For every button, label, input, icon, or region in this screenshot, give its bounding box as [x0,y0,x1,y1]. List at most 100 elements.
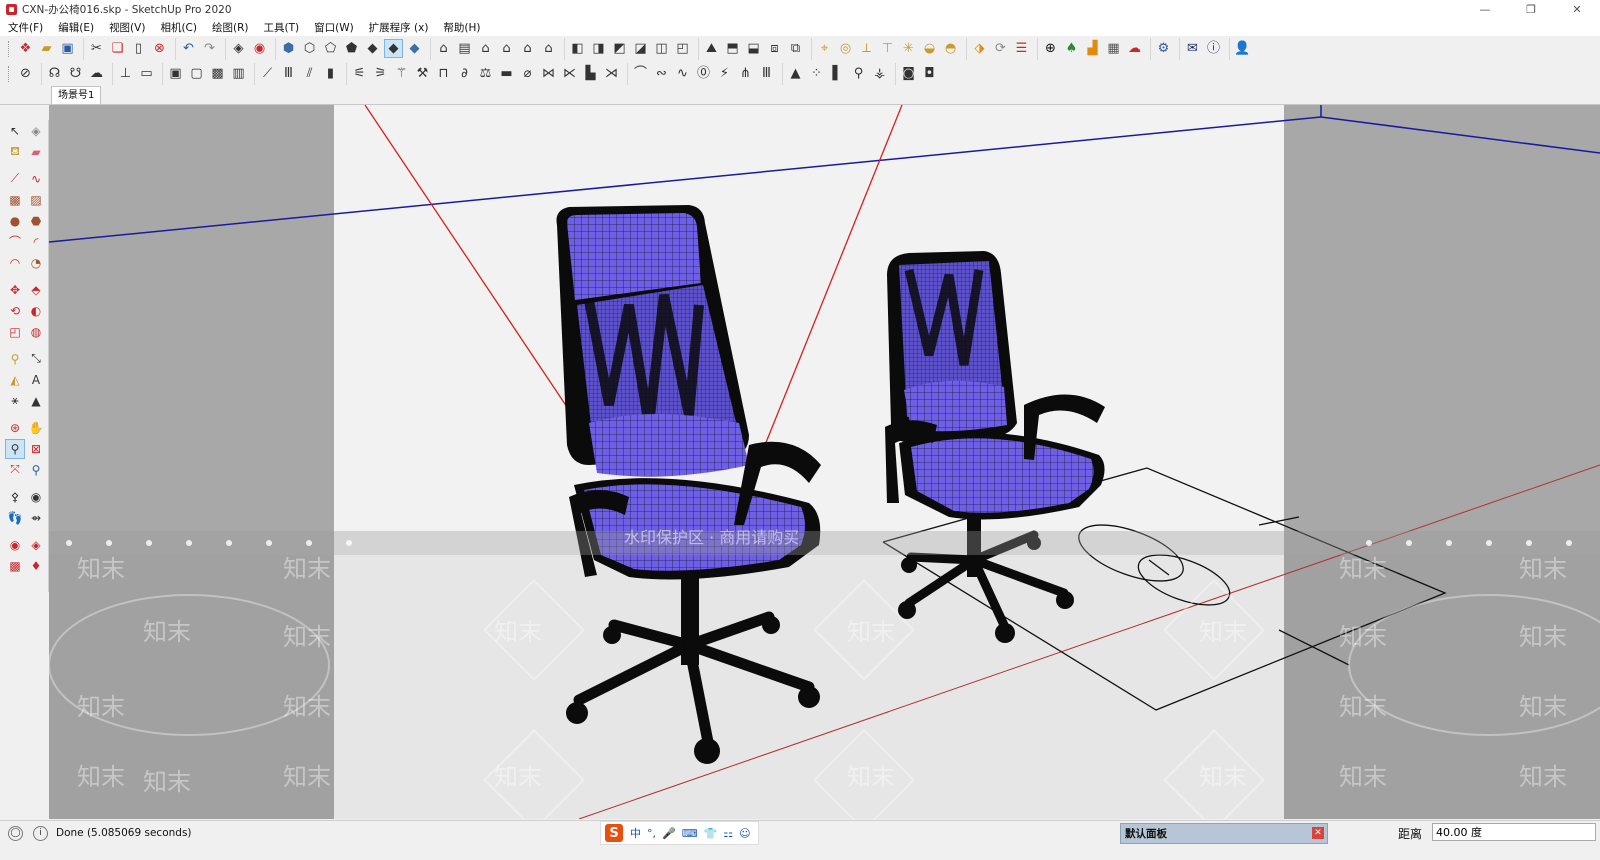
push-pull-icon[interactable]: ⬘ [27,281,45,299]
menu-edit[interactable]: 编辑(E) [50,20,101,35]
stairs-icon[interactable]: ⟋ [259,65,276,82]
eraser-icon[interactable]: ▰ [27,143,45,161]
rotate-icon[interactable]: ⟲ [6,302,24,320]
split-icon[interactable]: ◰ [674,40,691,57]
tool-4-icon[interactable]: ⚒ [414,65,431,82]
orbit-icon[interactable]: ⊛ [6,419,24,437]
menu-extensions[interactable]: 扩展程序 (x) [361,20,436,35]
freehand-icon[interactable]: ∿ [27,170,45,188]
3d-text-icon[interactable]: ▲ [27,392,45,410]
arc-icon[interactable]: ⌒ [6,233,24,251]
back-view-icon[interactable]: ⌂ [519,40,536,57]
layers-icon[interactable]: ☰ [1013,40,1030,57]
menu-view[interactable]: 视图(V) [101,20,152,35]
ime-punctuation-icon[interactable]: °, [647,827,656,840]
user-icon[interactable]: 👤 [1234,40,1251,57]
follow-me-icon[interactable]: ◐ [27,302,45,320]
render-2-icon[interactable]: ◘ [921,65,938,82]
grid-dots-icon[interactable]: ⁘ [808,65,825,82]
curve-5-icon[interactable]: ⚡ [716,65,733,82]
render-1-icon[interactable]: ◙ [900,65,917,82]
drape-icon[interactable]: ⧉ [787,40,804,57]
frame-nested-icon[interactable]: ▢ [188,65,205,82]
axes-tool-icon[interactable]: ⚹ [6,392,24,410]
scale-icon[interactable]: ◰ [6,323,24,341]
make-component-icon[interactable]: ◈ [27,122,45,140]
model-viewport[interactable]: 知末 知末 知末 知末 知末 知末 知末 知末 知末 知末 知末 知末 知末 知… [49,105,1600,819]
default-tray-tab[interactable]: 默认面板 ✕ [1120,823,1328,844]
fog-icon[interactable]: ◒ [921,40,938,57]
monochrome-icon[interactable]: ◆ [406,40,423,57]
geo-status-icon[interactable]: ◯ [8,825,23,841]
spline-icon[interactable]: ☋ [67,65,84,82]
dimension-icon[interactable]: ⊤ [879,40,896,57]
pie-icon[interactable]: ◔ [27,254,45,272]
cloud-shape-icon[interactable]: ☁ [88,65,105,82]
curve-2-icon[interactable]: ∾ [653,65,670,82]
left-view-icon[interactable]: ⌂ [540,40,557,57]
ime-emoji-icon[interactable]: ☺ [739,827,750,840]
wireframe-icon[interactable]: ⬠ [322,40,339,57]
figure-icon[interactable]: ⚲ [850,65,867,82]
front-view-icon[interactable]: ⌂ [477,40,494,57]
curve-3-icon[interactable]: ∿ [674,65,691,82]
three-point-arc-icon[interactable]: ◠ [6,254,24,272]
menu-help[interactable]: 帮助(H) [435,20,487,35]
cut-icon[interactable]: ✂ [88,40,105,57]
undo-icon[interactable]: ↶ [180,40,197,57]
top-view-icon[interactable]: ▤ [456,40,473,57]
zoom-window-icon[interactable]: ⊠ [27,440,45,458]
align-center-icon[interactable]: ⊥ [117,65,134,82]
text-tool-icon[interactable]: A [27,371,45,389]
measurements-input[interactable]: 40.00 度 [1432,823,1596,841]
tool-11-icon[interactable]: ⋉ [561,65,578,82]
paste-icon[interactable]: ▯ [130,40,147,57]
align-frame-icon[interactable]: ▭ [138,65,155,82]
iso-view-icon[interactable]: ⌂ [435,40,452,57]
refresh-icon[interactable]: ⟳ [992,40,1009,57]
sandbox-scratch-icon[interactable]: ⬒ [724,40,741,57]
offset-icon[interactable]: ◍ [27,323,45,341]
tool-10-icon[interactable]: ⋈ [540,65,557,82]
copy-icon[interactable]: ❏ [109,40,126,57]
ruby-icon[interactable]: ♦ [27,557,45,575]
pyramid-icon[interactable]: ▲ [787,65,804,82]
look-around-icon[interactable]: ◉ [27,488,45,506]
new-file-icon[interactable]: ❖ [17,40,34,57]
tray-close-icon[interactable]: ✕ [1312,827,1324,839]
warehouse-icon[interactable]: ◉ [251,40,268,57]
sandbox-contours-icon[interactable]: ⛰ [703,40,720,57]
circle-icon[interactable]: ● [6,212,24,230]
tool-6-icon[interactable]: ∂ [456,65,473,82]
menu-camera[interactable]: 相机(C) [152,20,204,35]
menu-file[interactable]: 文件(F) [0,20,50,35]
section-plane-icon[interactable]: ⌖ [816,40,833,57]
model-info-icon[interactable]: ◈ [230,40,247,57]
dimension-tool-icon[interactable]: ⤡ [27,350,45,368]
menu-tools[interactable]: 工具(T) [255,20,306,35]
tape-measure-icon[interactable]: ⚲ [6,350,24,368]
shadow-icon[interactable]: ◓ [942,40,959,57]
ime-toolbox-icon[interactable]: ⚏ [723,827,733,840]
add-icon[interactable]: ⊕ [1042,40,1059,57]
shaded-icon[interactable]: ◆ [364,40,381,57]
tool-3-icon[interactable]: ⚚ [393,65,410,82]
stamp-icon[interactable]: ⧈ [766,40,783,57]
curve-1-icon[interactable]: ⌒ [632,65,649,82]
curve-6-icon[interactable]: ⋔ [737,65,754,82]
tool-1-icon[interactable]: ⚟ [351,65,368,82]
back-edges-icon[interactable]: ⬡ [301,40,318,57]
lock-icon[interactable]: ▥ [230,65,247,82]
broom-icon[interactable]: ⚶ [871,65,888,82]
sun-icon[interactable]: ✳ [900,40,917,57]
menu-window[interactable]: 窗口(W) [306,20,361,35]
tool-8-icon[interactable]: ▬ [498,65,515,82]
ime-language[interactable]: 中 [630,825,641,841]
tool-12-icon[interactable]: ▙ [582,65,599,82]
section-plane-tool-icon[interactable]: ⇴ [27,509,45,527]
tool-9-icon[interactable]: ⌀ [519,65,536,82]
outer-shell-icon[interactable]: ◧ [569,40,586,57]
trim-icon[interactable]: ◫ [653,40,670,57]
info-icon[interactable]: ⓘ [1205,40,1222,57]
frame-image-icon[interactable]: ▩ [209,65,226,82]
